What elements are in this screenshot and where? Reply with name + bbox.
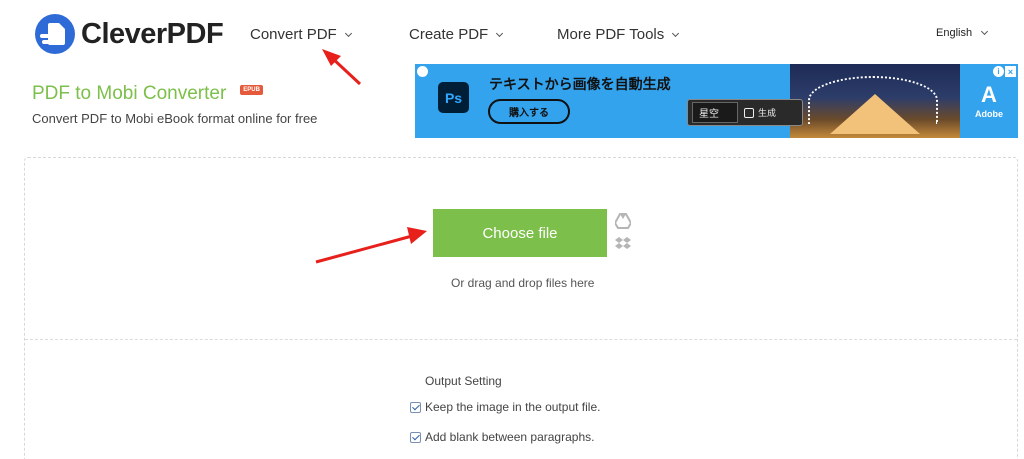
language-label: English [936,27,973,39]
adobe-brand-text: Adobe [975,108,1003,119]
choose-file-button[interactable]: Choose file [433,209,607,257]
add-blank-checkbox[interactable] [410,431,421,443]
chevron-down-icon [981,27,989,36]
ad-generate-label: 生成 [758,108,777,118]
keep-image-label: Keep the image in the output file. [425,400,601,414]
chevron-down-icon [496,29,504,37]
generate-icon [744,107,754,118]
ad-search-field[interactable]: 星空 [692,102,738,123]
page-title-text: PDF to Mobi Converter [32,83,227,104]
nav-convert-pdf[interactable]: Convert PDF [250,26,352,43]
drag-drop-hint: Or drag and drop files here [451,276,595,290]
ad-generate-button[interactable]: 生成 [744,106,776,119]
epub-badge: EPUB [240,85,263,95]
dropbox-icon[interactable] [615,236,631,252]
nav-create-pdf-label: Create PDF [409,26,489,43]
output-setting-title: Output Setting [425,374,502,388]
logo-text: CleverPDF [81,17,224,50]
arrow-to-convert-pdf-head [322,49,341,66]
upload-divider [25,339,1017,340]
page-subtitle: Convert PDF to Mobi eBook format online … [32,111,318,126]
ad-banner[interactable]: Ps テキストから画像を自動生成 購入する 星空 生成 A Adobe i × [415,64,1018,138]
ad-info-icon[interactable]: i [993,66,1004,77]
nav-more-pdf-tools-label: More PDF Tools [557,26,665,43]
photoshop-icon: Ps [438,82,469,113]
nav-create-pdf[interactable]: Create PDF [409,26,504,43]
chevron-down-icon [344,29,352,37]
chevron-down-icon [672,29,680,37]
google-drive-icon[interactable] [615,213,631,229]
nav-convert-pdf-label: Convert PDF [250,26,337,43]
keep-image-checkbox[interactable] [410,401,421,413]
ad-close-icon[interactable]: × [1005,66,1016,77]
ad-buy-button[interactable]: 購入する [488,99,570,124]
ad-photo [790,64,960,138]
adobe-icon: A [981,81,997,107]
page-title: PDF to Mobi Converter EPUB [32,83,263,105]
site-logo[interactable]: CleverPDF [35,14,224,54]
language-selector[interactable]: English [936,27,989,39]
option-keep-image[interactable]: Keep the image in the output file. [410,400,600,414]
arrow-to-convert-pdf [329,55,362,86]
ad-search-box[interactable]: 星空 生成 [687,99,803,126]
nav-more-pdf-tools[interactable]: More PDF Tools [557,26,680,43]
logo-icon [35,14,75,54]
ad-headline: テキストから画像を自動生成 [489,76,671,92]
add-blank-label: Add blank between paragraphs. [425,430,595,444]
ad-marker-icon [417,66,428,77]
option-add-blank[interactable]: Add blank between paragraphs. [410,430,594,444]
